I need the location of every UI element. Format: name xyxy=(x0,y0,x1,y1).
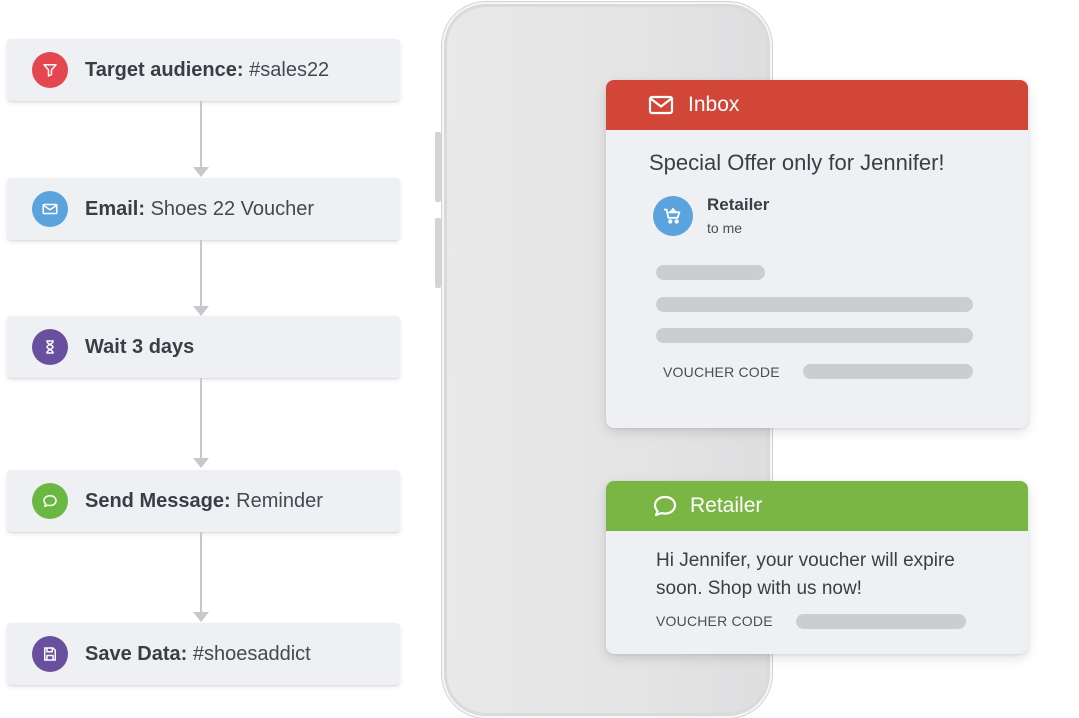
step-value: Shoes 22 Voucher xyxy=(150,197,315,220)
message-card[interactable]: Retailer Hi Jennifer, your voucher will … xyxy=(606,481,1028,654)
funnel-icon xyxy=(32,52,68,88)
flow-arrow xyxy=(193,612,209,622)
step-value: Reminder xyxy=(236,489,323,512)
email-card-header: Inbox xyxy=(606,80,1028,130)
flow-step-email[interactable]: Email: Shoes 22 Voucher xyxy=(7,178,400,240)
shopping-cart-icon xyxy=(653,196,693,236)
email-card-title: Inbox xyxy=(688,93,740,116)
hourglass-icon xyxy=(32,329,68,365)
chat-bubble-icon xyxy=(652,493,678,519)
step-value: #sales22 xyxy=(249,58,330,81)
step-value: #shoesaddict xyxy=(192,642,311,665)
flow-connector xyxy=(200,240,202,306)
voucher-code-label: VOUCHER CODE xyxy=(663,364,780,380)
step-label: Save Data: xyxy=(85,642,188,665)
voucher-code-placeholder xyxy=(803,364,973,379)
phone-side-button xyxy=(435,132,441,202)
flow-step-send-message[interactable]: Send Message: Reminder xyxy=(7,470,400,532)
step-label: Wait 3 days xyxy=(85,335,195,358)
email-card[interactable]: Inbox Special Offer only for Jennifer! R… xyxy=(606,80,1028,428)
flow-arrow xyxy=(193,306,209,316)
envelope-icon xyxy=(648,92,674,118)
flow-step-wait[interactable]: Wait 3 days xyxy=(7,316,400,378)
step-label: Target audience: xyxy=(85,58,244,81)
text-placeholder xyxy=(656,328,973,343)
flow-arrow xyxy=(193,167,209,177)
text-placeholder xyxy=(656,265,765,280)
message-card-title: Retailer xyxy=(690,494,763,517)
flow-connector xyxy=(200,101,202,167)
step-label: Email: xyxy=(85,197,146,220)
floppy-disk-icon xyxy=(32,636,68,672)
phone-side-button xyxy=(435,218,441,288)
message-body: Hi Jennifer, your voucher will expire so… xyxy=(656,550,955,599)
message-card-header: Retailer xyxy=(606,481,1028,531)
chat-bubble-icon xyxy=(32,483,68,519)
email-recipient: to me xyxy=(707,220,743,236)
flow-step-target-audience[interactable]: Target audience: #sales22 xyxy=(7,39,400,101)
email-subject: Special Offer only for Jennifer! xyxy=(649,150,945,175)
step-label: Send Message: xyxy=(85,489,231,512)
flow-connector xyxy=(200,532,202,612)
flow-connector xyxy=(200,378,202,458)
flow-step-save-data[interactable]: Save Data: #shoesaddict xyxy=(7,623,400,685)
text-placeholder xyxy=(656,297,973,312)
envelope-icon xyxy=(32,191,68,227)
email-sender: Retailer xyxy=(707,195,770,214)
flow-arrow xyxy=(193,458,209,468)
voucher-code-label: VOUCHER CODE xyxy=(656,613,773,629)
voucher-code-placeholder xyxy=(796,614,966,629)
